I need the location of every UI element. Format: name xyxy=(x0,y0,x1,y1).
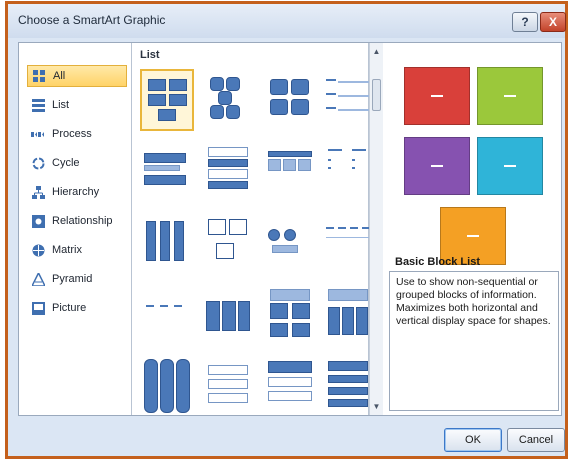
category-label: List xyxy=(52,99,70,111)
graphic-thumb-picture-caption-list[interactable] xyxy=(202,211,256,273)
gallery-scrollbar[interactable]: ▲ ▼ xyxy=(369,43,383,415)
close-button[interactable]: X xyxy=(540,12,566,32)
title-bar: Choose a SmartArt Graphic ? X xyxy=(8,4,566,38)
category-label: All xyxy=(53,70,66,82)
preview-block-cyan xyxy=(477,137,543,195)
dialog-footer: OK Cancel xyxy=(16,418,565,456)
gallery-section-label: List xyxy=(140,49,160,61)
graphic-thumb-grouped-list[interactable] xyxy=(202,285,256,347)
category-label: Process xyxy=(52,128,92,140)
hierarchy-icon xyxy=(31,185,45,199)
graphic-thumb-trapezoid-list[interactable] xyxy=(264,211,318,273)
grid-icon xyxy=(32,69,46,83)
category-item-matrix[interactable]: Matrix xyxy=(27,239,127,261)
picture-icon xyxy=(31,301,45,315)
category-label: Pyramid xyxy=(52,273,93,285)
scroll-up-icon[interactable]: ▲ xyxy=(371,46,382,57)
category-label: Cycle xyxy=(52,157,80,169)
category-item-cycle[interactable]: Cycle xyxy=(27,152,127,174)
pyramid-icon xyxy=(31,272,45,286)
preview-pane: Basic Block List Use to show non-sequent… xyxy=(385,43,561,415)
matrix-icon xyxy=(31,243,45,257)
graphic-thumb-table-list[interactable] xyxy=(264,139,318,201)
category-label: Matrix xyxy=(52,244,82,256)
process-icon xyxy=(31,127,45,141)
list-icon xyxy=(31,98,45,112)
preview-description: Use to show non-sequential or grouped bl… xyxy=(389,271,559,411)
preview-graphic xyxy=(389,47,557,265)
ok-button[interactable]: OK xyxy=(444,428,502,452)
scroll-down-icon[interactable]: ▼ xyxy=(371,401,382,412)
category-item-pyramid[interactable]: Pyramid xyxy=(27,268,127,290)
graphic-thumb-tab-list[interactable] xyxy=(322,355,376,417)
graphic-thumb-basic-block-list[interactable] xyxy=(140,69,194,131)
category-label: Relationship xyxy=(52,215,113,227)
graphic-thumb-hexagon-list[interactable] xyxy=(202,69,256,131)
dialog-window: Choose a SmartArt Graphic ? X All List P… xyxy=(5,1,568,459)
graphic-thumb-dash-list[interactable] xyxy=(322,211,376,273)
cycle-icon xyxy=(31,156,45,170)
preview-block-green xyxy=(477,67,543,125)
graphic-thumb-pointed-list[interactable] xyxy=(140,285,194,347)
category-label: Picture xyxy=(52,302,87,314)
category-item-process[interactable]: Process xyxy=(27,123,127,145)
category-item-hierarchy[interactable]: Hierarchy xyxy=(27,181,127,203)
preview-graphic-name: Basic Block List xyxy=(395,256,480,268)
graphic-thumb-vertical-bullet-list[interactable] xyxy=(322,139,376,201)
graphic-thumb-column-list[interactable] xyxy=(322,285,376,347)
graphic-thumb-circle-list[interactable] xyxy=(140,355,194,417)
category-item-all[interactable]: All xyxy=(27,65,127,87)
graphic-thumb-vertical-box-list[interactable] xyxy=(140,211,194,273)
relationship-icon xyxy=(31,214,45,228)
category-item-list[interactable]: List xyxy=(27,94,127,116)
dialog-body: All List Process Cycle Hierarchy Relatio… xyxy=(18,42,562,416)
graphic-thumb-horizontal-bullet-list[interactable] xyxy=(264,285,318,347)
category-item-relationship[interactable]: Relationship xyxy=(27,210,127,232)
graphic-gallery: List xyxy=(132,43,370,417)
preview-block-purple xyxy=(404,137,470,195)
graphic-thumb-horizontal-bar-list[interactable] xyxy=(140,139,194,201)
category-list: All List Process Cycle Hierarchy Relatio… xyxy=(19,43,132,415)
cancel-button[interactable]: Cancel xyxy=(507,428,565,452)
category-label: Hierarchy xyxy=(52,186,100,198)
preview-block-red xyxy=(404,67,470,125)
window-title: Choose a SmartArt Graphic xyxy=(18,13,166,27)
graphic-thumb-block-stack-list[interactable] xyxy=(264,355,318,417)
category-item-picture[interactable]: Picture xyxy=(27,297,127,319)
graphic-thumb-labeled-list[interactable] xyxy=(202,355,256,417)
help-button[interactable]: ? xyxy=(512,12,538,32)
scrollbar-thumb[interactable] xyxy=(372,79,381,111)
graphic-thumb-bullet-lines-list[interactable] xyxy=(322,69,376,131)
graphic-thumb-stacked-list[interactable] xyxy=(202,139,256,201)
graphic-thumb-rounded-block-list[interactable] xyxy=(264,69,318,131)
